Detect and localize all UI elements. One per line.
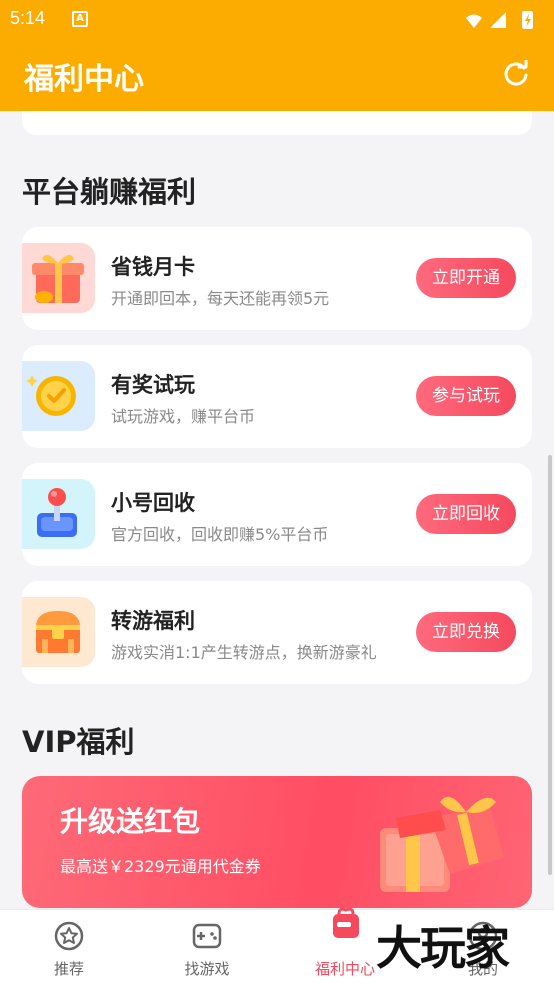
page-title: 福利中心 bbox=[24, 62, 144, 97]
joystick-icon bbox=[22, 479, 95, 549]
app-bar: 福利中心 bbox=[0, 40, 554, 111]
card-desc: 游戏实消1:1产生转游点，换新游豪礼 bbox=[111, 643, 377, 662]
signal-icon bbox=[490, 12, 506, 28]
star-icon bbox=[54, 921, 84, 951]
benefit-card-trial[interactable]: 有奖试玩 试玩游戏，赚平台币 参与试玩 bbox=[22, 345, 532, 448]
tab-recommend[interactable]: 推荐 bbox=[0, 910, 138, 985]
scrollbar[interactable] bbox=[548, 455, 552, 875]
coin-icon bbox=[22, 361, 95, 431]
card-desc: 官方回收，回收即赚5%平台币 bbox=[111, 525, 329, 544]
status-bar: 5:14 A bbox=[0, 0, 554, 40]
system-status-icons bbox=[466, 11, 533, 29]
tab-label: 找游戏 bbox=[184, 960, 230, 978]
benefit-card-monthly[interactable]: 省钱月卡 开通即回本，每天还能再领5元 立即开通 bbox=[22, 227, 532, 330]
recycle-now-button[interactable]: 立即回收 bbox=[416, 494, 516, 534]
tab-find-games[interactable]: 找游戏 bbox=[138, 910, 276, 985]
vip-banner-title: 升级送红包 bbox=[60, 805, 201, 838]
watermark-logo: 大玩家 bbox=[376, 912, 546, 975]
vip-upgrade-banner[interactable]: 升级送红包 最高送￥2329元通用代金券 bbox=[22, 776, 532, 908]
card-name: 有奖试玩 bbox=[111, 373, 195, 397]
previous-card bbox=[22, 111, 532, 135]
wifi-icon bbox=[466, 14, 482, 28]
card-desc: 开通即回本，每天还能再领5元 bbox=[111, 289, 330, 308]
treasure-chest-icon bbox=[22, 597, 95, 667]
refresh-icon[interactable] bbox=[502, 60, 530, 88]
benefit-card-transfer[interactable]: 转游福利 游戏实消1:1产生转游点，换新游豪礼 立即兑换 bbox=[22, 581, 532, 684]
status-time: 5:14 bbox=[10, 8, 46, 28]
tab-label: 推荐 bbox=[53, 960, 84, 978]
gift-box-icon bbox=[22, 243, 95, 313]
section-title-vip: VIP福利 bbox=[22, 725, 135, 759]
red-packet-gift-icon bbox=[380, 796, 504, 892]
exchange-now-button[interactable]: 立即兑换 bbox=[416, 612, 516, 652]
card-name: 省钱月卡 bbox=[111, 255, 195, 279]
section-title-platform: 平台躺赚福利 bbox=[22, 175, 197, 209]
card-name: 小号回收 bbox=[111, 491, 195, 515]
benefit-card-recycle[interactable]: 小号回收 官方回收，回收即赚5%平台币 立即回收 bbox=[22, 463, 532, 566]
vip-banner-subtitle: 最高送￥2329元通用代金券 bbox=[60, 857, 261, 876]
notification-a-icon: A bbox=[72, 11, 88, 27]
gift-icon bbox=[333, 907, 359, 938]
join-trial-button[interactable]: 参与试玩 bbox=[416, 376, 516, 416]
card-desc: 试玩游戏，赚平台币 bbox=[111, 407, 256, 426]
watermark-text: 大玩家 bbox=[376, 921, 510, 975]
card-name: 转游福利 bbox=[111, 609, 195, 633]
gamepad-icon bbox=[192, 923, 222, 949]
open-now-button[interactable]: 立即开通 bbox=[416, 258, 516, 298]
content-scroll-area[interactable]: 平台躺赚福利 省钱月卡 开通即回本，每天还能再领5元 立即开通 有奖试玩 试玩游… bbox=[0, 111, 554, 909]
